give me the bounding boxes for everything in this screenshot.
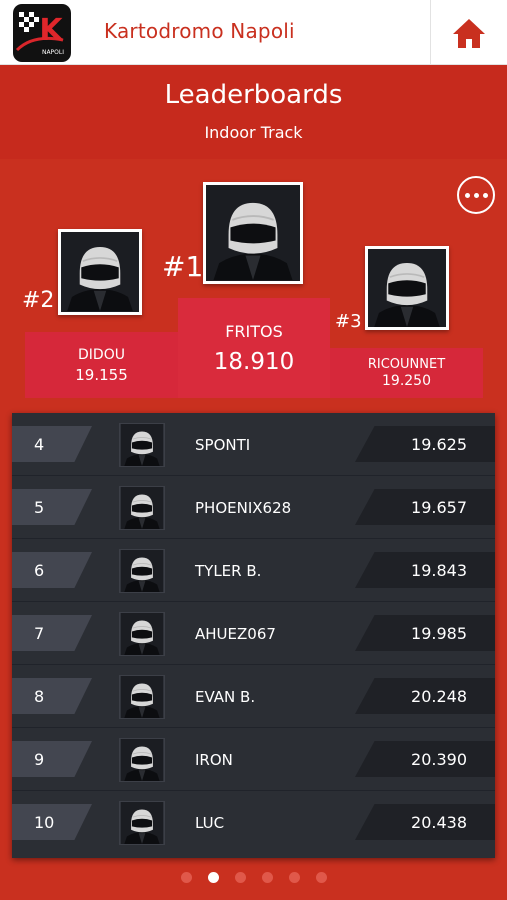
list-item[interactable]: 4 SPONTI 19.625 xyxy=(12,413,495,476)
logo-caption: NAPOLI xyxy=(42,49,64,56)
helmet-avatar-icon xyxy=(119,801,165,845)
podium-second-block[interactable]: DIDOU 19.155 xyxy=(25,332,178,398)
page-dot[interactable] xyxy=(315,872,327,883)
podium-third-avatar[interactable] xyxy=(365,246,449,330)
row-time: 19.985 xyxy=(411,624,467,643)
list-item[interactable]: 10 LUC 20.438 xyxy=(12,791,495,854)
list-item[interactable]: 9 IRON 20.390 xyxy=(12,728,495,791)
helmet-avatar-icon xyxy=(61,232,139,312)
row-name: EVAN B. xyxy=(195,688,256,706)
page-subtitle: Indoor Track xyxy=(204,123,303,142)
podium-third-name: RICOUNNET xyxy=(367,357,446,372)
row-time: 19.843 xyxy=(411,561,467,580)
helmet-avatar-icon xyxy=(119,738,165,782)
helmet-avatar-icon xyxy=(368,249,446,327)
page-dot[interactable] xyxy=(180,872,192,883)
list-item[interactable]: 5 PHOENIX628 19.657 xyxy=(12,476,495,539)
row-rank: 10 xyxy=(34,813,55,832)
podium-third-rank: #3 xyxy=(335,311,362,332)
podium-first-time: 18.910 xyxy=(213,348,295,375)
row-name: TYLER B. xyxy=(195,562,262,580)
app-logo[interactable]: K NAPOLI xyxy=(13,4,71,62)
row-rank: 6 xyxy=(34,561,45,580)
row-time: 19.625 xyxy=(411,435,467,454)
podium-first-avatar[interactable] xyxy=(203,182,303,284)
row-time: 20.438 xyxy=(411,813,467,832)
page-dot[interactable] xyxy=(207,872,219,883)
more-options-button[interactable] xyxy=(457,176,495,214)
row-time: 20.248 xyxy=(411,687,467,706)
podium-second-avatar[interactable] xyxy=(58,229,142,315)
row-time: 19.657 xyxy=(411,498,467,517)
row-name: AHUEZ067 xyxy=(195,625,276,643)
app-title: Kartodromo Napoli xyxy=(104,19,295,43)
home-button[interactable] xyxy=(430,0,507,65)
row-rank: 7 xyxy=(34,624,45,643)
leaderboard-list[interactable]: 4 SPONTI 19.625 5 PHOENIX628 19.657 6 TY… xyxy=(12,413,495,858)
page-dot[interactable] xyxy=(261,872,273,883)
helmet-avatar-icon xyxy=(119,549,165,593)
list-item[interactable]: 6 TYLER B. 19.843 xyxy=(12,539,495,602)
list-item[interactable]: 8 EVAN B. 20.248 xyxy=(12,665,495,728)
row-rank: 5 xyxy=(34,498,45,517)
row-name: PHOENIX628 xyxy=(195,499,292,517)
row-name: SPONTI xyxy=(195,436,251,454)
page-dot[interactable] xyxy=(288,872,300,883)
row-name: IRON xyxy=(195,751,233,769)
more-options-icon xyxy=(464,192,488,198)
helmet-avatar-icon xyxy=(119,612,165,656)
page-dot[interactable] xyxy=(234,872,246,883)
row-rank: 9 xyxy=(34,750,45,769)
row-rank: 8 xyxy=(34,687,45,706)
podium-first-rank: #1 xyxy=(162,250,204,283)
podium-second-name: DIDOU xyxy=(78,346,125,363)
podium-first-block[interactable]: FRITOS 18.910 xyxy=(178,298,330,398)
logo-letter: K xyxy=(39,13,64,48)
podium-second-time: 19.155 xyxy=(75,365,128,384)
row-rank: 4 xyxy=(34,435,45,454)
helmet-avatar-icon xyxy=(119,423,165,467)
list-item[interactable]: 7 AHUEZ067 19.985 xyxy=(12,602,495,665)
app-bar: K NAPOLI Kartodromo Napoli xyxy=(0,0,507,65)
helmet-avatar-icon xyxy=(206,185,300,281)
page-indicator xyxy=(0,872,507,886)
page-title: Leaderboards xyxy=(164,80,343,110)
row-name: LUC xyxy=(195,814,225,832)
helmet-avatar-icon xyxy=(119,675,165,719)
podium-third-time: 19.250 xyxy=(382,373,431,389)
podium-first-name: FRITOS xyxy=(225,321,283,341)
podium-second-rank: #2 xyxy=(22,288,55,313)
row-time: 20.390 xyxy=(411,750,467,769)
helmet-avatar-icon xyxy=(119,486,165,530)
home-icon xyxy=(453,18,485,48)
podium-third-block[interactable]: RICOUNNET 19.250 xyxy=(330,348,483,398)
